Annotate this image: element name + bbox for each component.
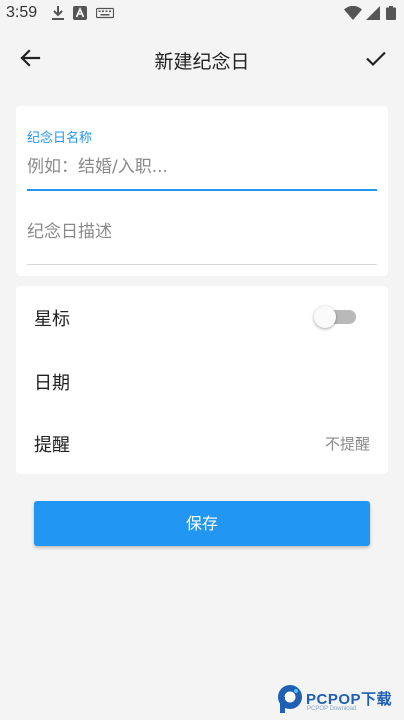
star-toggle[interactable] bbox=[314, 306, 358, 328]
status-bar: 3:59 bbox=[0, 0, 404, 28]
watermark-sub: PCPOP Download bbox=[307, 706, 357, 712]
toolbar: 新建纪念日 bbox=[0, 30, 404, 86]
page-title: 新建纪念日 bbox=[154, 51, 250, 73]
checkmark-icon[interactable] bbox=[364, 46, 388, 70]
wifi-icon bbox=[344, 6, 362, 20]
battery-icon bbox=[386, 6, 396, 20]
name-input[interactable] bbox=[27, 146, 377, 188]
name-input-underline bbox=[27, 189, 377, 191]
reminder-label: 提醒 bbox=[34, 435, 70, 456]
download-icon bbox=[52, 6, 64, 20]
a-app-icon bbox=[73, 6, 87, 20]
signal-icon bbox=[366, 6, 380, 20]
settings-card: 星标 日期 提醒 不提醒 bbox=[16, 286, 388, 474]
date-label: 日期 bbox=[34, 373, 70, 394]
star-label: 星标 bbox=[34, 309, 70, 330]
info-card: 纪念日名称 bbox=[16, 106, 388, 276]
description-input-underline bbox=[27, 264, 377, 265]
description-input[interactable] bbox=[27, 212, 377, 252]
pcpop-logo-icon bbox=[278, 685, 302, 713]
toggle-thumb bbox=[314, 306, 336, 328]
reminder-value: 不提醒 bbox=[324, 435, 370, 453]
date-row[interactable]: 日期 bbox=[16, 350, 388, 412]
status-time: 3:59 bbox=[6, 4, 38, 21]
keyboard-icon bbox=[96, 7, 114, 19]
reminder-row[interactable]: 提醒 不提醒 bbox=[16, 412, 388, 474]
save-button[interactable]: 保存 bbox=[34, 501, 370, 546]
name-field-label: 纪念日名称 bbox=[27, 131, 93, 146]
star-row[interactable]: 星标 bbox=[16, 286, 388, 348]
pcpop-watermark: PCPOP下载 PCPOP Download bbox=[276, 682, 402, 716]
